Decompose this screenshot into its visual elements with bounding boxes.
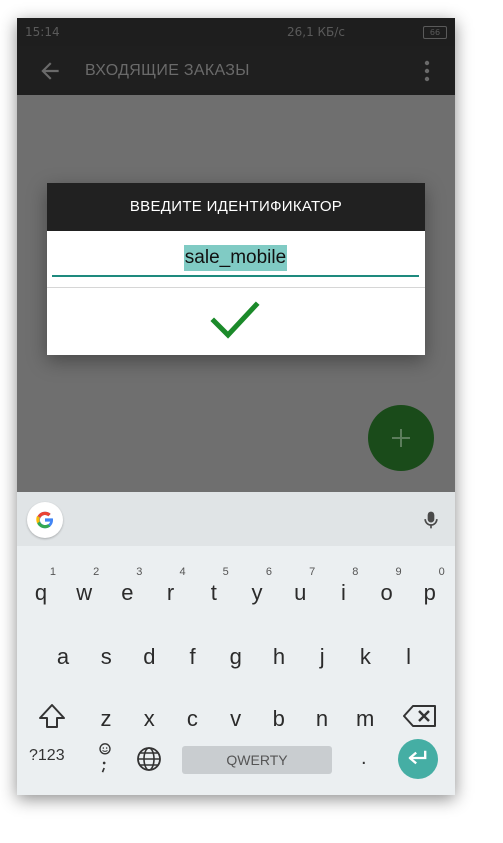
key-label: k — [359, 644, 371, 669]
key-number-hint: 0 — [438, 566, 445, 578]
key-label: r — [166, 580, 175, 605]
identifier-input-value[interactable]: sale_mobile — [183, 245, 288, 271]
key-label: z — [100, 706, 112, 731]
key-i[interactable]: i8 — [322, 566, 364, 614]
key-number-hint: 1 — [49, 566, 56, 578]
key-c[interactable]: c — [171, 698, 213, 740]
plus-icon — [392, 429, 410, 447]
key-v[interactable]: v — [215, 698, 257, 740]
key-m[interactable]: m — [344, 698, 386, 740]
key-number-hint: 8 — [352, 566, 359, 578]
enter-icon — [408, 750, 427, 765]
key-label: w — [76, 580, 93, 605]
key-label: i — [340, 580, 346, 605]
key-label: a — [56, 644, 70, 669]
dialog-divider — [47, 287, 425, 288]
key-label: j — [319, 644, 325, 669]
add-button[interactable] — [368, 405, 434, 471]
key-number-hint: 7 — [309, 566, 316, 578]
key-number-hint: 5 — [222, 566, 229, 578]
key-u[interactable]: u7 — [279, 566, 321, 614]
key-number-hint: 3 — [136, 566, 143, 578]
mic-icon[interactable] — [421, 508, 441, 532]
key-x[interactable]: x — [128, 698, 170, 740]
key-label: p — [423, 580, 436, 605]
identifier-dialog: ВВЕДИТЕ ИДЕНТИФИКАТОР sale_mobile — [47, 183, 425, 355]
key-a[interactable]: a — [42, 636, 84, 678]
page-title: ВХОДЯЩИЕ ЗАКАЗЫ — [85, 62, 250, 79]
key-t[interactable]: t5 — [193, 566, 235, 614]
key-label: l — [406, 644, 412, 669]
key-f[interactable]: f — [172, 636, 214, 678]
status-network-speed: 26,1 КБ/с — [287, 25, 345, 39]
key-number-hint: 6 — [265, 566, 272, 578]
space-key[interactable]: QWERTY — [182, 746, 332, 774]
app-bar: ВХОДЯЩИЕ ЗАКАЗЫ — [17, 46, 455, 95]
google-icon[interactable] — [27, 502, 63, 538]
key-label: b — [272, 706, 285, 731]
key-g[interactable]: g — [215, 636, 257, 678]
key-o[interactable]: o9 — [366, 566, 408, 614]
key-b[interactable]: b — [258, 698, 300, 740]
key-label: c — [186, 706, 198, 731]
key-label: d — [143, 644, 156, 669]
key-label: u — [294, 580, 307, 605]
key-label: v — [230, 706, 242, 731]
identifier-input[interactable]: sale_mobile — [52, 243, 419, 277]
key-s[interactable]: s — [85, 636, 127, 678]
status-bar: 15:14 26,1 КБ/с 66 — [17, 18, 455, 46]
back-arrow-icon[interactable] — [37, 58, 63, 84]
symbols-key[interactable]: ?123 — [29, 747, 65, 765]
keyboard: q1w2e3r4t5y6u7i8o9p0 asdfghjkl zxcvbnm ?… — [17, 492, 455, 795]
key-label: e — [121, 580, 134, 605]
key-label: x — [143, 706, 155, 731]
key-w[interactable]: w2 — [63, 566, 105, 614]
key-j[interactable]: j — [301, 636, 343, 678]
key-label: o — [380, 580, 393, 605]
key-label: h — [272, 644, 286, 669]
more-vert-icon[interactable] — [419, 60, 435, 82]
key-n[interactable]: n — [301, 698, 343, 740]
key-d[interactable]: d — [128, 636, 170, 678]
emoji-icon[interactable] — [95, 742, 115, 774]
key-label: f — [189, 644, 196, 669]
backspace-icon[interactable] — [403, 704, 437, 728]
key-label: q — [34, 580, 48, 605]
enter-key[interactable] — [398, 739, 438, 779]
key-label: s — [100, 644, 112, 669]
key-e[interactable]: e3 — [106, 566, 148, 614]
keyboard-suggestion-bar — [17, 492, 455, 546]
battery-icon: 66 — [423, 26, 447, 39]
key-q[interactable]: q1 — [20, 566, 62, 614]
key-l[interactable]: l — [388, 636, 430, 678]
key-p[interactable]: p0 — [409, 566, 451, 614]
key-label: y — [251, 580, 263, 605]
key-label: t — [210, 580, 217, 605]
period-key[interactable]: . — [361, 747, 367, 770]
key-number-hint: 4 — [179, 566, 186, 578]
key-z[interactable]: z — [85, 698, 127, 740]
check-icon[interactable] — [210, 299, 260, 341]
phone-screen: 15:14 26,1 КБ/с 66 ВХОДЯЩИЕ ЗАКАЗЫ ВВЕДИ… — [17, 18, 455, 795]
key-number-hint: 2 — [93, 566, 100, 578]
key-h[interactable]: h — [258, 636, 300, 678]
key-label: m — [356, 706, 375, 731]
key-r[interactable]: r4 — [150, 566, 192, 614]
dialog-title: ВВЕДИТЕ ИДЕНТИФИКАТОР — [47, 183, 425, 231]
key-label: g — [229, 644, 242, 669]
key-y[interactable]: y6 — [236, 566, 278, 614]
globe-icon[interactable] — [136, 746, 162, 772]
key-k[interactable]: k — [344, 636, 386, 678]
key-number-hint: 9 — [395, 566, 402, 578]
status-time: 15:14 — [25, 25, 60, 39]
shift-icon[interactable] — [38, 702, 66, 730]
key-label: n — [315, 706, 329, 731]
